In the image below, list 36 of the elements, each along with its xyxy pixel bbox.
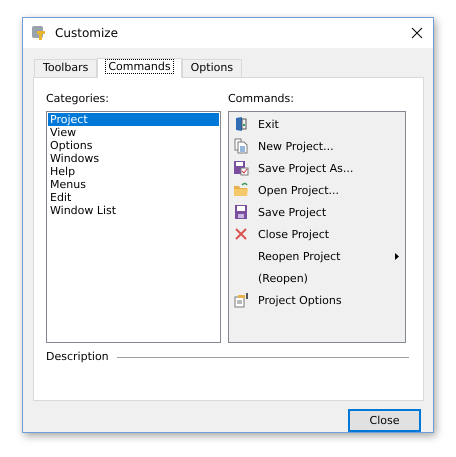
command-item[interactable]: Save Project As... — [229, 157, 405, 179]
list-item[interactable]: Options — [48, 139, 219, 152]
description-label: Description — [46, 350, 109, 364]
folder-icon — [233, 182, 249, 198]
tab[interactable]: Options — [182, 59, 242, 77]
document-icon — [233, 138, 249, 154]
command-item[interactable]: (Reopen) — [229, 267, 405, 289]
command-item[interactable]: Exit — [229, 113, 405, 135]
list-item[interactable]: Edit — [48, 191, 219, 204]
command-item[interactable]: Reopen Project — [229, 245, 405, 267]
submenu-arrow-icon — [395, 252, 399, 260]
command-item[interactable]: Save Project — [229, 201, 405, 223]
commands-label: Commands: — [228, 92, 295, 106]
app-icon — [31, 25, 47, 41]
door-icon — [233, 116, 249, 132]
categories-list[interactable]: Project View Options Windows Help Menus Edit Window List — [46, 111, 221, 343]
command-item[interactable]: Open Project... — [229, 179, 405, 201]
close-icon — [233, 226, 249, 242]
command-item[interactable]: New Project... — [229, 135, 405, 157]
list-item[interactable]: Project — [48, 113, 219, 126]
list-item[interactable]: View — [48, 126, 219, 139]
close-icon[interactable] — [411, 27, 423, 39]
tab[interactable]: Commands — [97, 58, 182, 78]
tab[interactable]: Toolbars — [34, 59, 98, 77]
list-item[interactable]: Windows — [48, 152, 219, 165]
list-item[interactable]: Window List — [48, 204, 219, 217]
list-item[interactable]: Menus — [48, 178, 219, 191]
categories-label: Categories: — [46, 92, 110, 106]
floppy-disk-icon — [233, 160, 249, 176]
command-item[interactable]: Project Options — [229, 289, 405, 311]
window-title: Customize — [55, 26, 119, 40]
close-button[interactable]: Close — [348, 409, 421, 432]
commands-list[interactable]: Exit New Project... Save Project As... Open Project... Save Project Close Project Reopen Project (Reopen) Project Options — [228, 111, 406, 343]
list-item[interactable]: Help — [48, 165, 219, 178]
command-item[interactable]: Close Project — [229, 223, 405, 245]
document-icon — [233, 292, 249, 308]
